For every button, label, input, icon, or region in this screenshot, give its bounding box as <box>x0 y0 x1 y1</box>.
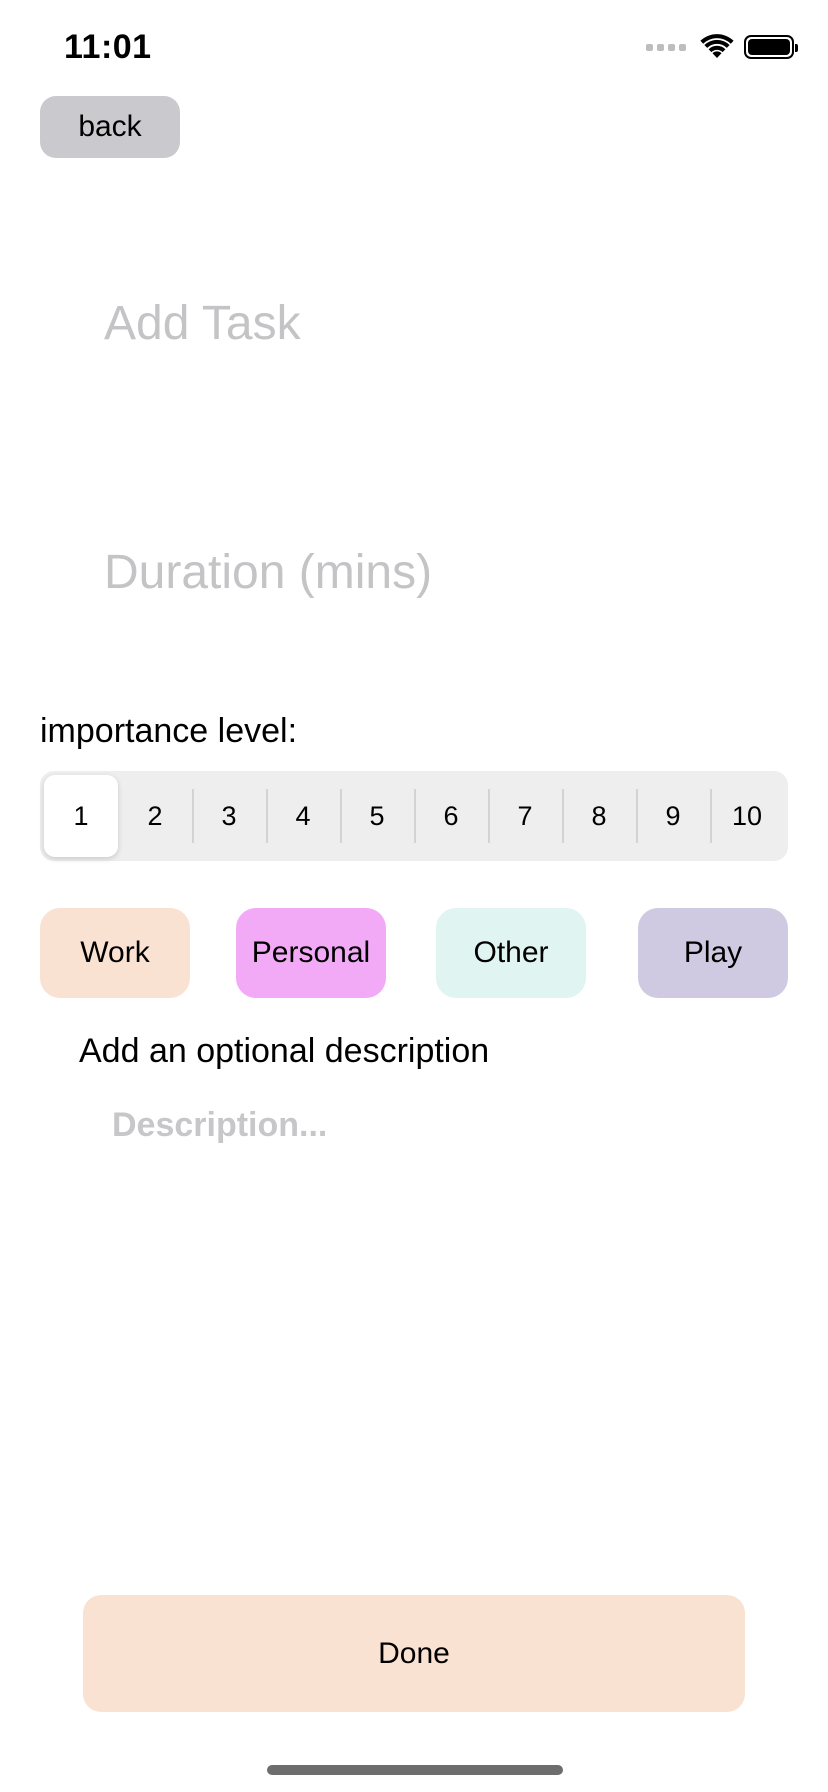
importance-option-6[interactable]: 6 <box>414 775 488 857</box>
importance-option-4[interactable]: 4 <box>266 775 340 857</box>
back-button[interactable]: back <box>40 96 180 158</box>
importance-option-7[interactable]: 7 <box>488 775 562 857</box>
home-indicator[interactable] <box>267 1765 563 1775</box>
category-play-button[interactable]: Play <box>638 908 788 998</box>
category-work-button[interactable]: Work <box>40 908 190 998</box>
importance-option-10[interactable]: 10 <box>710 775 784 857</box>
description-heading: Add an optional description <box>79 1032 490 1070</box>
importance-option-3[interactable]: 3 <box>192 775 266 857</box>
battery-icon <box>744 35 798 59</box>
status-time: 11:01 <box>64 28 152 66</box>
signal-icon <box>646 43 686 51</box>
importance-option-8[interactable]: 8 <box>562 775 636 857</box>
importance-option-1[interactable]: 1 <box>44 775 118 857</box>
task-name-input[interactable] <box>104 288 744 358</box>
duration-input[interactable] <box>104 537 744 607</box>
importance-option-5[interactable]: 5 <box>340 775 414 857</box>
importance-option-9[interactable]: 9 <box>636 775 710 857</box>
wifi-icon <box>700 34 734 58</box>
status-icons <box>646 34 798 60</box>
importance-segmented-control: 1 2 3 4 5 6 7 8 9 10 <box>40 771 788 861</box>
category-other-button[interactable]: Other <box>436 908 586 998</box>
description-input[interactable] <box>112 1106 752 1406</box>
done-button[interactable]: Done <box>83 1595 745 1712</box>
importance-option-2[interactable]: 2 <box>118 775 192 857</box>
importance-label: importance level: <box>40 712 298 750</box>
category-personal-button[interactable]: Personal <box>236 908 386 998</box>
